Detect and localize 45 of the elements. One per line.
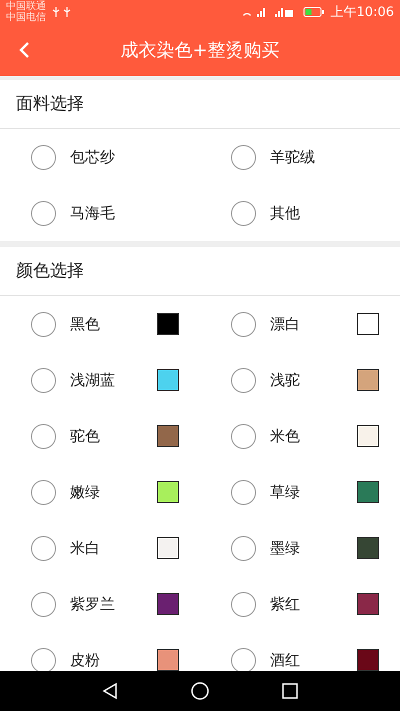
option-label: 紫罗兰	[70, 594, 116, 614]
option-label: 嫩绿	[70, 482, 101, 502]
radio-button[interactable]	[31, 536, 56, 560]
option-label: 驼色	[70, 426, 101, 446]
option-label: 米色	[270, 426, 301, 446]
section-title: 颜色选择	[0, 247, 400, 296]
radio-button[interactable]	[231, 312, 256, 336]
carrier-name: 中国电信	[6, 12, 46, 23]
option-label: 皮粉	[70, 650, 101, 670]
option-label: 包芯纱	[70, 148, 116, 166]
option-label: 浅湖蓝	[70, 370, 116, 390]
option-label: 紫红	[270, 594, 301, 614]
option-label: 其他	[270, 204, 301, 222]
option-label: 浅驼	[270, 370, 301, 390]
option-label: 墨绿	[270, 538, 301, 558]
radio-button[interactable]	[231, 144, 256, 170]
home-icon[interactable]	[191, 682, 209, 700]
option-label: 黑色	[70, 314, 101, 334]
option-label: 羊驼绒	[270, 148, 316, 166]
radio-button[interactable]	[31, 368, 56, 392]
radio-button[interactable]	[31, 312, 56, 336]
carrier-name: 中国联通	[6, 1, 46, 12]
radio-button[interactable]	[231, 200, 256, 226]
radio-button[interactable]	[31, 480, 56, 504]
back-icon[interactable]	[18, 41, 30, 59]
option-label: 马海毛	[70, 204, 116, 222]
option-label: 酒红	[270, 650, 301, 670]
option-label: 漂白	[270, 314, 301, 334]
back-nav-icon[interactable]	[101, 682, 119, 700]
section-title: 面料选择	[0, 80, 400, 129]
radio-button[interactable]	[231, 424, 256, 448]
radio-button[interactable]	[231, 536, 256, 560]
radio-button[interactable]	[31, 592, 56, 616]
battery-icon	[302, 6, 325, 18]
option-label: 草绿	[270, 482, 301, 502]
status-time: 上午10:06	[330, 4, 394, 21]
radio-button[interactable]	[31, 424, 56, 448]
radio-button[interactable]	[231, 592, 256, 616]
radio-button[interactable]	[231, 368, 256, 392]
page-title: 成衣染色+整烫购买	[119, 39, 281, 62]
radio-button[interactable]	[31, 200, 56, 226]
radio-button[interactable]	[231, 480, 256, 504]
recents-icon[interactable]	[281, 682, 299, 700]
radio-button[interactable]	[31, 144, 56, 170]
option-label: 米白	[70, 538, 101, 558]
